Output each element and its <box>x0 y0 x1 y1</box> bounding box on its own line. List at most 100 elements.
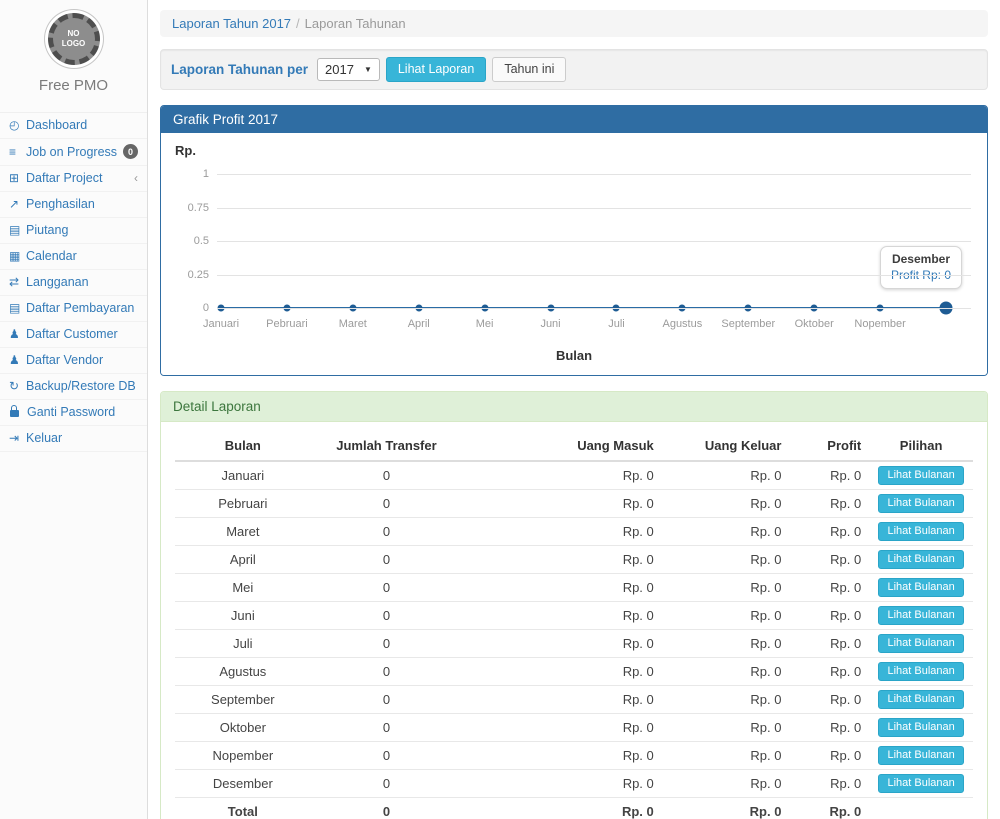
total-uang_masuk: Rp. 0 <box>462 798 662 819</box>
breadcrumb-link-laporan-tahun[interactable]: Laporan Tahun 2017 <box>172 16 291 31</box>
no-logo-image: NO LOGO <box>48 13 100 65</box>
x-tick-label: Juni <box>540 318 560 330</box>
cell-uang_keluar: Rp. 0 <box>662 658 790 686</box>
sidebar-item-daftar-pembayaran[interactable]: ▤Daftar Pembayaran <box>0 296 147 322</box>
table-row-april: April0Rp. 0Rp. 0Rp. 0Lihat Bulanan <box>175 546 973 574</box>
users-icon: ♟ <box>9 327 26 341</box>
column-header-uang-keluar: Uang Keluar <box>662 432 790 461</box>
cell-profit: Rp. 0 <box>789 518 869 546</box>
view-monthly-button-agustus[interactable]: Lihat Bulanan <box>878 662 963 681</box>
cell-profit: Rp. 0 <box>789 574 869 602</box>
sidebar-item-daftar-customer[interactable]: ♟Daftar Customer <box>0 322 147 348</box>
report-filter-bar: Laporan Tahunan per 2017 ▼ Lihat Laporan… <box>160 49 988 90</box>
sidebar-item-daftar-project[interactable]: ⊞Daftar Project‹ <box>0 166 147 192</box>
x-tick-label: April <box>408 318 430 330</box>
view-monthly-button-pebruari[interactable]: Lihat Bulanan <box>878 494 963 513</box>
view-report-button[interactable]: Lihat Laporan <box>386 57 486 82</box>
cell-uang_masuk: Rp. 0 <box>462 461 662 490</box>
sidebar-item-penghasilan[interactable]: ↗Penghasilan <box>0 192 147 218</box>
sidebar-item-label: Backup/Restore DB <box>26 379 138 393</box>
cell-uang_keluar: Rp. 0 <box>662 461 790 490</box>
cell-action: Lihat Bulanan <box>869 461 973 490</box>
cell-profit: Rp. 0 <box>789 546 869 574</box>
cell-jumlah_transfer: 0 <box>311 546 463 574</box>
cell-bulan: Mei <box>175 574 311 602</box>
cell-bulan: Maret <box>175 518 311 546</box>
view-monthly-button-mei[interactable]: Lihat Bulanan <box>878 578 963 597</box>
x-tick-label: Mei <box>476 318 494 330</box>
cell-profit: Rp. 0 <box>789 461 869 490</box>
sidebar-item-daftar-vendor[interactable]: ♟Daftar Vendor <box>0 348 147 374</box>
cell-action: Lihat Bulanan <box>869 714 973 742</box>
sidebar-item-label: Dashboard <box>26 118 138 132</box>
chart-tooltip: Desember Profit Rp: 0 <box>880 246 962 289</box>
cell-profit: Rp. 0 <box>789 686 869 714</box>
table-total-row: Total0Rp. 0Rp. 0Rp. 0 <box>175 798 973 819</box>
sidebar-item-calendar[interactable]: ▦Calendar <box>0 244 147 270</box>
sidebar-item-label: Keluar <box>26 431 138 445</box>
table-row-september: September0Rp. 0Rp. 0Rp. 0Lihat Bulanan <box>175 686 973 714</box>
x-tick-label: Oktober <box>795 318 834 330</box>
sidebar-item-job-on-progress[interactable]: ≡Job on Progress0 <box>0 139 147 166</box>
cell-uang_keluar: Rp. 0 <box>662 602 790 630</box>
table-header-row: BulanJumlah TransferUang MasukUang Kelua… <box>175 432 973 461</box>
table-row-oktober: Oktober0Rp. 0Rp. 0Rp. 0Lihat Bulanan <box>175 714 973 742</box>
column-header-uang-masuk: Uang Masuk <box>462 432 662 461</box>
sidebar-item-dashboard[interactable]: ◴Dashboard <box>0 113 147 139</box>
this-year-button[interactable]: Tahun ini <box>492 57 566 82</box>
cell-bulan: September <box>175 686 311 714</box>
total-bulan: Total <box>175 798 311 819</box>
money-icon: ▤ <box>9 301 26 315</box>
sidebar-item-piutang[interactable]: ▤Piutang <box>0 218 147 244</box>
cell-bulan: April <box>175 546 311 574</box>
detail-table-body: BulanJumlah TransferUang MasukUang Kelua… <box>161 422 987 819</box>
view-monthly-button-oktober[interactable]: Lihat Bulanan <box>878 718 963 737</box>
cell-uang_masuk: Rp. 0 <box>462 546 662 574</box>
cell-jumlah_transfer: 0 <box>311 490 463 518</box>
calendar-icon: ▦ <box>9 249 26 263</box>
cell-profit: Rp. 0 <box>789 742 869 770</box>
x-tick-label: September <box>721 318 775 330</box>
cell-action: Lihat Bulanan <box>869 742 973 770</box>
table-row-agustus: Agustus0Rp. 0Rp. 0Rp. 0Lihat Bulanan <box>175 658 973 686</box>
total-empty-cell <box>869 798 973 819</box>
view-monthly-button-januari[interactable]: Lihat Bulanan <box>878 466 963 485</box>
total-profit: Rp. 0 <box>789 798 869 819</box>
table-row-nopember: Nopember0Rp. 0Rp. 0Rp. 0Lihat Bulanan <box>175 742 973 770</box>
chart-body: Rp. Desember Profit Rp: 0 JanuariPebruar… <box>161 133 987 375</box>
table-icon: ⊞ <box>9 171 26 185</box>
view-monthly-button-juli[interactable]: Lihat Bulanan <box>878 634 963 653</box>
cell-jumlah_transfer: 0 <box>311 518 463 546</box>
year-select[interactable]: 2017 ▼ <box>317 58 380 81</box>
cell-uang_keluar: Rp. 0 <box>662 490 790 518</box>
gridline <box>217 275 971 276</box>
cell-uang_keluar: Rp. 0 <box>662 546 790 574</box>
cell-jumlah_transfer: 0 <box>311 742 463 770</box>
main-content: Laporan Tahun 2017/Laporan Tahunan Lapor… <box>148 0 1000 819</box>
monthly-report-table: BulanJumlah TransferUang MasukUang Kelua… <box>175 432 973 819</box>
x-tick-label: Pebruari <box>266 318 308 330</box>
view-monthly-button-juni[interactable]: Lihat Bulanan <box>878 606 963 625</box>
gridline <box>217 208 971 209</box>
view-monthly-button-desember[interactable]: Lihat Bulanan <box>878 774 963 793</box>
view-monthly-button-september[interactable]: Lihat Bulanan <box>878 690 963 709</box>
y-tick-label: 1 <box>175 168 209 180</box>
view-monthly-button-maret[interactable]: Lihat Bulanan <box>878 522 963 541</box>
cell-bulan: Oktober <box>175 714 311 742</box>
sidebar-item-keluar[interactable]: ⇥Keluar <box>0 426 147 452</box>
cell-bulan: Januari <box>175 461 311 490</box>
cell-jumlah_transfer: 0 <box>311 602 463 630</box>
sidebar-item-backup-restore-db[interactable]: ↻Backup/Restore DB <box>0 374 147 400</box>
sidebar-item-label: Piutang <box>26 223 138 237</box>
breadcrumb: Laporan Tahun 2017/Laporan Tahunan <box>160 10 988 37</box>
chart-panel-title: Grafik Profit 2017 <box>161 106 987 133</box>
sidebar-item-ganti-password[interactable]: Ganti Password <box>0 400 147 426</box>
sidebar-item-label: Daftar Vendor <box>26 353 138 367</box>
cell-bulan: Juni <box>175 602 311 630</box>
gridline <box>217 174 971 175</box>
sidebar-item-langganan[interactable]: ⇄Langganan <box>0 270 147 296</box>
sidebar-item-label: Calendar <box>26 249 138 263</box>
view-monthly-button-april[interactable]: Lihat Bulanan <box>878 550 963 569</box>
cell-action: Lihat Bulanan <box>869 686 973 714</box>
view-monthly-button-nopember[interactable]: Lihat Bulanan <box>878 746 963 765</box>
